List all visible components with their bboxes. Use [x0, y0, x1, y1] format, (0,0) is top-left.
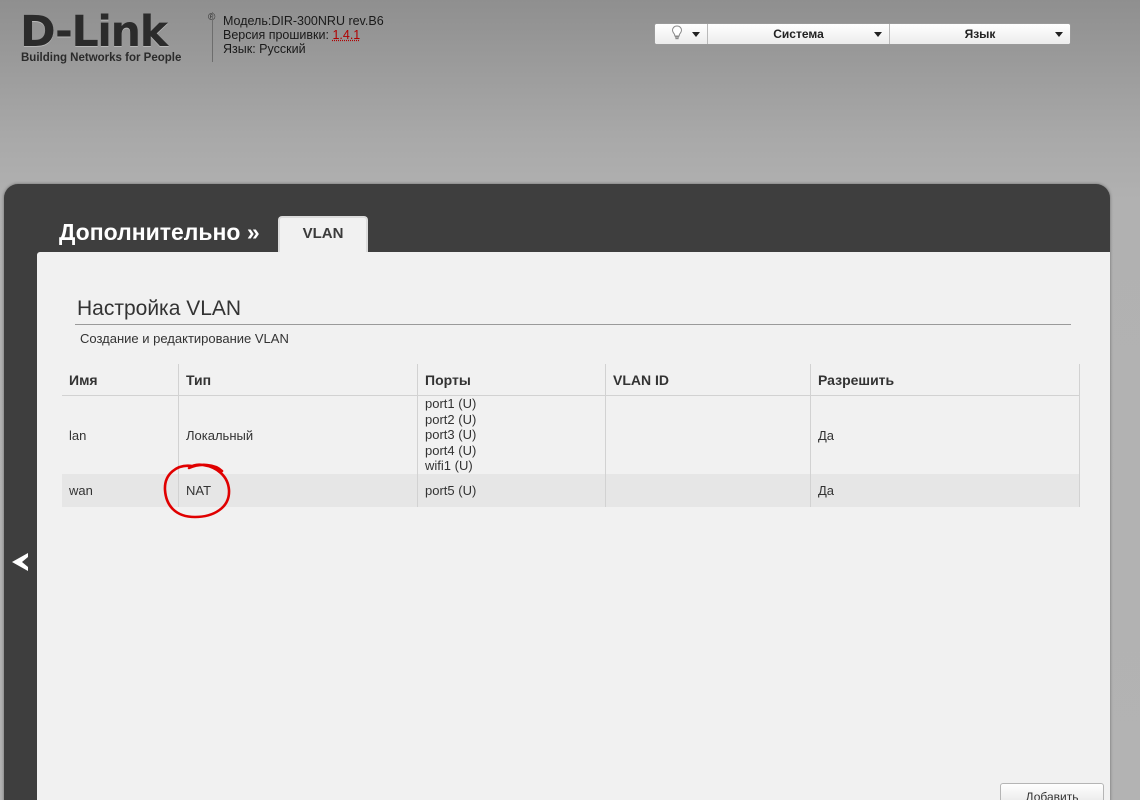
cell-ports: port1 (U) port2 (U) port3 (U) port4 (U) …	[417, 395, 606, 474]
device-model-value: DIR-300NRU rev.B6	[271, 14, 384, 28]
logo-tagline: Building Networks for People	[21, 52, 182, 64]
top-menu: Система Язык	[654, 23, 1071, 45]
device-model: Модель:DIR-300NRU rev.B6	[223, 14, 384, 28]
cell-name: lan	[62, 395, 179, 474]
page-description: Создание и редактирование VLAN	[80, 331, 289, 346]
breadcrumb-advanced[interactable]: Дополнительно »	[59, 219, 260, 246]
device-firmware-label: Версия прошивки:	[223, 28, 329, 42]
cell-vlan-id	[605, 474, 811, 507]
content-area: Настройка VLAN Создание и редактирование…	[37, 252, 1110, 800]
system-menu-dropdown[interactable]: Система	[708, 24, 890, 44]
firmware-version-link[interactable]: 1.4.1	[332, 28, 360, 42]
language-menu-dropdown[interactable]: Язык	[890, 24, 1070, 44]
chevron-down-icon	[1055, 32, 1063, 37]
device-language-label: Язык:	[223, 42, 256, 56]
language-menu-label: Язык	[964, 27, 996, 41]
column-header-ports: Порты	[417, 364, 606, 396]
device-language-value: Русский	[259, 42, 306, 56]
chevron-down-icon	[874, 32, 882, 37]
system-menu-label: Система	[773, 27, 824, 41]
cell-name: wan	[62, 474, 179, 507]
header-divider	[212, 12, 213, 62]
column-header-name: Имя	[62, 364, 179, 396]
dlink-logo: D-Link ® Building Networks for People	[20, 7, 215, 68]
cell-ports: port5 (U)	[417, 474, 606, 507]
cell-type: NAT	[178, 474, 418, 507]
cell-enabled: Да	[810, 395, 1080, 474]
page-title: Настройка VLAN	[77, 297, 242, 320]
column-header-enabled: Разрешить	[810, 364, 1080, 396]
chevron-down-icon	[692, 32, 700, 37]
column-header-type: Тип	[178, 364, 418, 396]
device-firmware: Версия прошивки: 1.4.1	[223, 28, 384, 42]
logo-brand: D-Link	[20, 7, 168, 57]
port-entry: port1 (U)	[425, 396, 477, 412]
add-button[interactable]: Добавить	[1000, 783, 1104, 800]
notifications-dropdown[interactable]	[655, 24, 708, 44]
chevron-left-icon-notch	[22, 557, 28, 567]
port-entry: wifi1 (U)	[425, 458, 473, 474]
table-row[interactable]: wan NAT port5 (U) Да	[62, 474, 1080, 507]
port-entry: port4 (U)	[425, 442, 477, 458]
lightbulb-icon	[671, 25, 683, 43]
vlan-table: Имя Тип Порты VLAN ID Разрешить lan Лока…	[62, 364, 1080, 507]
column-header-vlan-id: VLAN ID	[605, 364, 811, 396]
table-header-row: Имя Тип Порты VLAN ID Разрешить	[62, 364, 1080, 396]
table-row[interactable]: lan Локальный port1 (U) port2 (U) port3 …	[62, 395, 1080, 474]
device-language: Язык: Русский	[223, 42, 384, 56]
port-entry: port2 (U)	[425, 411, 477, 427]
device-info: Модель:DIR-300NRU rev.B6 Версия прошивки…	[223, 14, 384, 56]
cell-type: Локальный	[178, 395, 418, 474]
main-panel: Дополнительно » VLAN Настройка VLAN Созд…	[4, 184, 1110, 800]
port-entry: port3 (U)	[425, 427, 477, 443]
ports-list: port1 (U) port2 (U) port3 (U) port4 (U) …	[425, 396, 598, 473]
tab-vlan[interactable]: VLAN	[278, 216, 368, 254]
port-entry: port5 (U)	[425, 483, 477, 498]
section-divider	[75, 324, 1071, 325]
device-model-label: Модель:	[223, 14, 272, 28]
cell-vlan-id	[605, 395, 811, 474]
cell-enabled: Да	[810, 474, 1080, 507]
